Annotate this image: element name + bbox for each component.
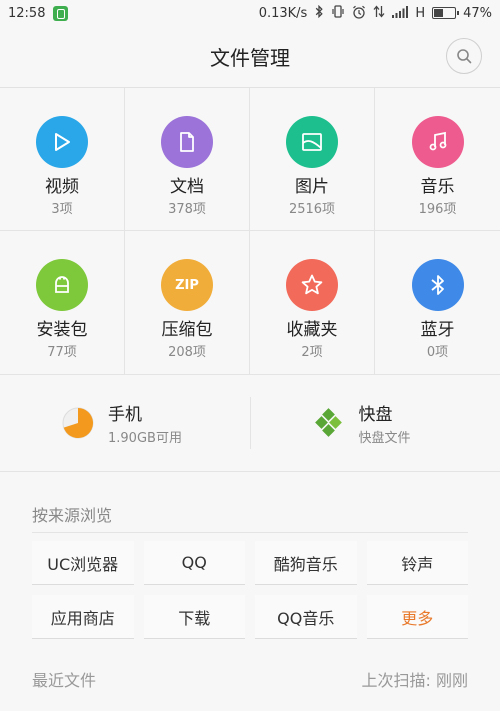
music-icon: [429, 131, 446, 151]
vibrate-icon: [331, 5, 345, 21]
source-list: UC浏览器 QQ 酷狗音乐 铃声 应用商店 下载 QQ音乐 更多: [32, 532, 468, 639]
document-icon: [180, 132, 194, 152]
android-icon: [55, 276, 69, 293]
category-icon-circle: [161, 116, 213, 168]
image-icon: [302, 133, 322, 151]
category-icon-circle: [411, 116, 464, 168]
category-label: 音乐: [420, 177, 455, 197]
category-count: 2项: [301, 345, 323, 360]
category-count: 378项: [168, 202, 206, 217]
play-icon: [55, 133, 70, 151]
bluetooth-icon: [430, 275, 444, 295]
category-count: 208项: [168, 345, 206, 360]
bluetooth-status-icon: [314, 4, 324, 21]
category-video[interactable]: 视频 3项: [0, 88, 125, 231]
category-icon-circle: [286, 259, 338, 311]
network-speed: 0.13K/s: [258, 5, 308, 21]
category-apk[interactable]: 安装包 77项: [0, 231, 125, 374]
storage-name: 快盘: [358, 405, 393, 425]
last-scan-text: 上次扫描: 刚刚: [361, 671, 468, 690]
category-label: 图片: [295, 177, 329, 197]
recent-files-header: 最近文件 上次扫描: 刚刚: [0, 639, 500, 691]
category-image[interactable]: 图片 2516项: [250, 88, 375, 231]
storage-available: 1.90GB可用: [108, 431, 182, 446]
data-transfer-icon: [373, 5, 385, 21]
status-time: 12:58: [8, 5, 46, 21]
source-downloads[interactable]: 下载: [143, 595, 245, 639]
category-count: 3项: [51, 202, 73, 217]
category-icon-circle: [411, 259, 464, 311]
storage-name: 手机: [108, 405, 142, 425]
category-count: 196项: [418, 202, 457, 217]
zip-icon: ZIP: [175, 277, 199, 293]
battery-percent: 47%: [463, 5, 492, 21]
recent-files-title: 最近文件: [32, 671, 97, 690]
category-favorites[interactable]: 收藏夹 2项: [250, 231, 375, 374]
storage-section: 手机 1.90GB可用 快盘 快盘文件: [0, 375, 500, 472]
kuaipan-storage[interactable]: 快盘 快盘文件: [251, 400, 500, 446]
source-kugou-music[interactable]: 酷狗音乐: [255, 541, 357, 585]
browse-by-source-title: 按来源浏览: [32, 506, 113, 525]
source-ringtones[interactable]: 铃声: [366, 541, 468, 585]
category-count: 0项: [426, 345, 449, 360]
app-header: 文件管理: [0, 26, 500, 88]
more-sources-button[interactable]: 更多: [366, 595, 468, 639]
category-icon-circle: ZIP: [161, 259, 213, 311]
search-button[interactable]: [446, 38, 482, 74]
category-label: 收藏夹: [286, 320, 338, 340]
source-qq-music[interactable]: QQ音乐: [255, 595, 357, 639]
category-label: 安装包: [36, 320, 88, 340]
category-label: 视频: [45, 177, 79, 197]
signal-icon: [392, 5, 409, 21]
category-count: 2516项: [288, 202, 336, 217]
category-grid: 视频 3项 文档 378项 图片 2516项 音乐 196项 安装包 77项 Z…: [0, 88, 500, 375]
search-icon: [457, 49, 472, 64]
category-bluetooth[interactable]: 蓝牙 0项: [375, 231, 500, 374]
category-label: 文档: [170, 177, 204, 197]
category-icon-circle: [286, 116, 338, 168]
phone-storage[interactable]: 手机 1.90GB可用: [0, 400, 250, 446]
category-label: 蓝牙: [420, 320, 455, 340]
kuaipan-icon: [313, 407, 345, 439]
category-label: 压缩包: [161, 320, 213, 340]
category-icon-circle: [36, 259, 88, 311]
app-notification-icon: [53, 5, 69, 21]
source-uc-browser[interactable]: UC浏览器: [32, 541, 134, 585]
battery-icon: [432, 7, 460, 19]
alarm-icon: [352, 5, 366, 22]
source-app-store[interactable]: 应用商店: [32, 595, 134, 639]
category-document[interactable]: 文档 378项: [125, 88, 250, 231]
storage-pie-icon: [62, 407, 94, 439]
status-bar: 12:58 0.13K/s H 47%: [0, 0, 500, 26]
page-title: 文件管理: [210, 46, 290, 70]
category-archive[interactable]: ZIP 压缩包 208项: [125, 231, 250, 374]
network-type: H: [415, 5, 426, 21]
storage-sub: 快盘文件: [358, 431, 411, 446]
category-icon-circle: [36, 116, 88, 168]
category-music[interactable]: 音乐 196项: [375, 88, 500, 231]
source-qq[interactable]: QQ: [143, 541, 245, 585]
star-icon: [301, 274, 323, 295]
category-count: 77项: [47, 345, 77, 360]
